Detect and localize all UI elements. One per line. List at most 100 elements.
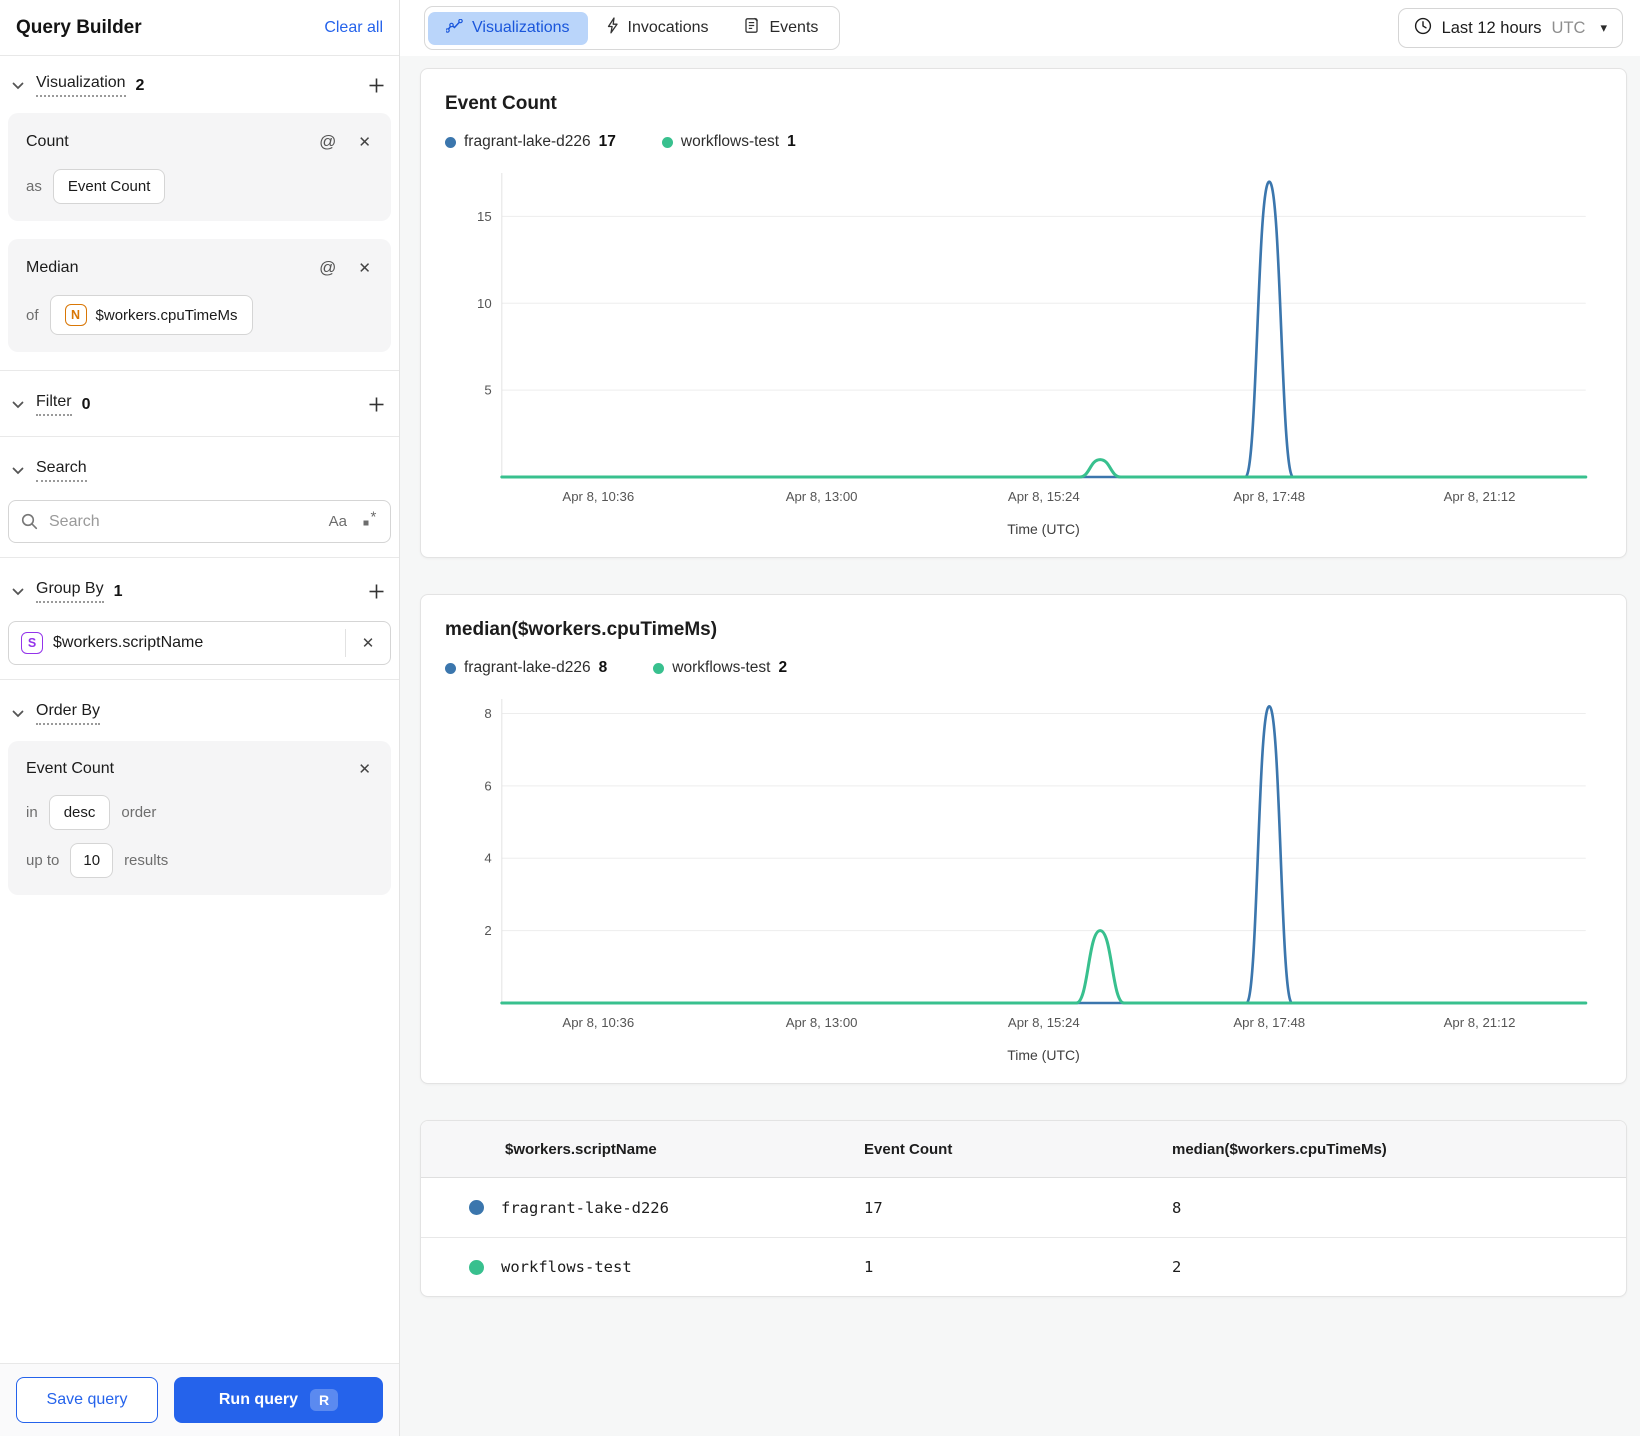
up-to-label: up to <box>26 852 60 869</box>
add-visualization-button[interactable] <box>366 75 387 96</box>
remove-group-by-button[interactable]: ✕ <box>346 622 390 664</box>
run-shortcut-badge: R <box>310 1389 339 1411</box>
visualization-section-header: Visualization 2 <box>0 62 399 107</box>
svg-text:6: 6 <box>484 778 491 793</box>
query-builder-sidebar: Query Builder Clear all Visualization 2 … <box>0 0 400 1436</box>
close-icon[interactable]: ✕ <box>356 131 373 153</box>
tab-invocations[interactable]: Invocations <box>588 10 727 46</box>
divider <box>0 370 399 371</box>
sidebar-title: Query Builder <box>16 16 142 38</box>
match-case-icon[interactable]: Aa <box>329 513 347 530</box>
lightning-icon <box>606 17 619 39</box>
results-label: results <box>124 852 169 869</box>
median-cell: 8 <box>1172 1198 1182 1217</box>
series-dot <box>469 1259 484 1275</box>
search-icon <box>21 513 38 535</box>
series-dot <box>653 662 665 674</box>
svg-text:4: 4 <box>484 851 491 866</box>
search-box: Aa * <box>8 500 391 543</box>
topbar: Visualizations Invocations Events Last 1… <box>400 0 1640 56</box>
chart-title: median($workers.cpuTimeMs) <box>445 619 718 640</box>
median-field-selector[interactable]: N $workers.cpuTimeMs <box>49 295 253 335</box>
svg-text:Apr 8, 21:12: Apr 8, 21:12 <box>1444 1015 1516 1030</box>
search-section-label: Search <box>36 459 87 482</box>
filter-count: 0 <box>81 395 91 413</box>
order-by-field: Event Count <box>26 760 115 777</box>
regex-icon[interactable]: * <box>361 509 379 533</box>
chevron-down-icon[interactable] <box>10 706 26 722</box>
table-header: $workers.scriptName Event Count median($… <box>421 1121 1626 1178</box>
as-label: as <box>26 178 42 195</box>
svg-text:2: 2 <box>484 923 491 938</box>
table-row[interactable]: workflows-test 1 2 <box>421 1237 1626 1296</box>
add-group-by-button[interactable] <box>366 581 387 602</box>
tab-visualizations[interactable]: Visualizations <box>428 11 588 45</box>
table-row[interactable]: fragrant-lake-d226 17 8 <box>421 1178 1626 1237</box>
chart-legend: fragrant-lake-d226 17 workflows-test 1 <box>445 133 1602 151</box>
svg-text:Apr 8, 15:24: Apr 8, 15:24 <box>1008 1015 1080 1030</box>
filter-section-label: Filter <box>36 393 72 416</box>
sidebar-scroll: Visualization 2 Count @ ✕ as Event Count… <box>0 56 399 1363</box>
main-panel: Visualizations Invocations Events Last 1… <box>400 0 1640 1436</box>
visualization-name: Count <box>26 133 69 150</box>
visualization-count: 2 <box>135 76 145 94</box>
group-by-item[interactable]: S $workers.scriptName ✕ <box>8 621 391 665</box>
event-count-cell: 17 <box>864 1198 883 1217</box>
svg-text:*: * <box>371 510 377 526</box>
column-header: median($workers.cpuTimeMs) <box>1172 1140 1387 1158</box>
string-type-icon: S <box>21 632 43 654</box>
chevron-down-icon[interactable] <box>10 463 26 479</box>
median-cputime-line-chart: 2 4 6 8 Apr 8, 10:36 Apr 8, 13:00 Apr 8, 15:24… <box>484 699 1588 1030</box>
svg-text:Apr 8, 17:48: Apr 8, 17:48 <box>1233 1015 1305 1030</box>
event-count-line-chart: 5 10 15 Apr 8, 10:36 Apr 8, 13:00 Apr 8, 15:2… <box>477 173 1588 504</box>
svg-text:Apr 8, 15:24: Apr 8, 15:24 <box>1008 489 1080 504</box>
svg-text:Apr 8, 13:00: Apr 8, 13:00 <box>786 489 858 504</box>
legend-item[interactable]: workflows-test 2 <box>653 659 787 677</box>
legend-item[interactable]: fragrant-lake-d226 8 <box>445 659 607 677</box>
svg-text:8: 8 <box>484 706 491 721</box>
result-limit-input[interactable]: 10 <box>70 843 114 878</box>
svg-text:15: 15 <box>477 209 492 224</box>
chevron-down-icon[interactable] <box>10 584 26 600</box>
run-query-button[interactable]: Run query R <box>174 1377 383 1423</box>
x-axis-label: Time (UTC) <box>1007 521 1080 537</box>
sort-direction-selector[interactable]: desc <box>48 795 111 830</box>
close-icon[interactable]: ✕ <box>356 257 373 279</box>
add-filter-button[interactable] <box>366 394 387 415</box>
legend-item[interactable]: workflows-test 1 <box>661 133 796 151</box>
tab-events[interactable]: Events <box>726 10 836 46</box>
at-icon[interactable]: @ <box>317 130 338 154</box>
event-count-cell: 1 <box>864 1258 874 1276</box>
divider <box>0 679 399 680</box>
svg-text:Apr 8, 13:00: Apr 8, 13:00 <box>786 1015 858 1030</box>
series-dot <box>445 136 456 148</box>
in-label: in <box>26 804 38 821</box>
event-count-chart-card: Event Count fragrant-lake-d226 17 workfl… <box>420 68 1627 558</box>
chart-line-icon <box>445 18 463 38</box>
group-by-count: 1 <box>113 582 123 600</box>
svg-text:Apr 8, 17:48: Apr 8, 17:48 <box>1233 489 1305 504</box>
legend-item[interactable]: fragrant-lake-d226 17 <box>445 133 616 151</box>
order-by-section-label: Order By <box>36 702 101 725</box>
series-dot <box>469 1200 484 1215</box>
median-cputime-chart-card: median($workers.cpuTimeMs) fragrant-lake… <box>420 594 1627 1084</box>
content-area: Event Count fragrant-lake-d226 17 workfl… <box>400 56 1640 1436</box>
visualization-card-count: Count @ ✕ as Event Count <box>8 113 391 221</box>
median-cell: 2 <box>1172 1258 1182 1276</box>
chevron-down-icon[interactable] <box>10 397 26 413</box>
count-alias-field[interactable]: Event Count <box>52 169 166 204</box>
close-icon[interactable]: ✕ <box>356 758 373 780</box>
at-icon[interactable]: @ <box>317 256 338 280</box>
chevron-down-icon[interactable] <box>10 78 26 94</box>
clear-all-button[interactable]: Clear all <box>324 19 383 37</box>
x-axis-label: Time (UTC) <box>1007 1047 1080 1063</box>
clock-icon <box>1414 17 1432 40</box>
results-table-card: $workers.scriptName Event Count median($… <box>420 1120 1627 1297</box>
sidebar-header: Query Builder Clear all <box>0 0 399 56</box>
view-tabs: Visualizations Invocations Events <box>424 6 841 50</box>
svg-text:Apr 8, 10:36: Apr 8, 10:36 <box>562 1015 634 1030</box>
save-query-button[interactable]: Save query <box>16 1377 158 1423</box>
order-by-card: Event Count ✕ in desc order up to 10 res… <box>8 741 391 895</box>
time-range-dropdown[interactable]: Last 12 hours UTC ▾ <box>1397 8 1623 48</box>
script-name-cell: workflows-test <box>501 1258 632 1276</box>
